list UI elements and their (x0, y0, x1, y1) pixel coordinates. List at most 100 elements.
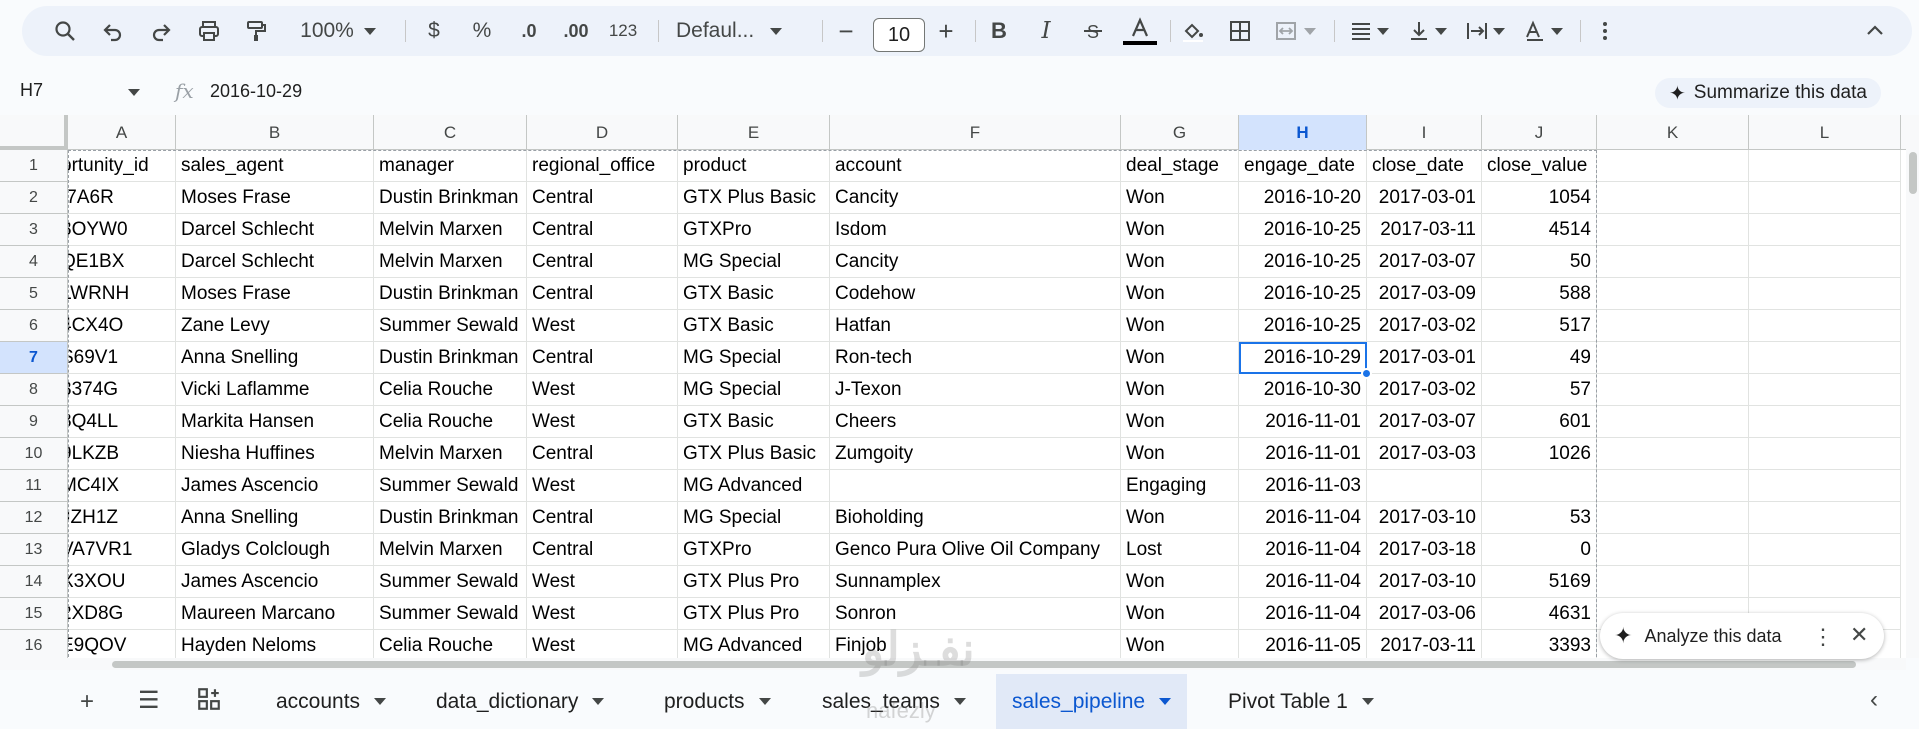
row-header[interactable]: 2 (0, 182, 68, 214)
cell[interactable]: James Ascencio (176, 470, 374, 502)
cell[interactable]: Won (1121, 438, 1239, 470)
cell[interactable]: QE1BX (68, 246, 176, 278)
bold-button[interactable]: B (984, 16, 1014, 46)
cell[interactable]: 2017-03-11 (1367, 214, 1482, 246)
cell[interactable]: 2017-03-02 (1367, 374, 1482, 406)
cell[interactable] (1749, 278, 1901, 310)
cell[interactable]: Cancity (830, 246, 1121, 278)
cell[interactable]: Maureen Marcano (176, 598, 374, 630)
cell[interactable]: MG Advanced (678, 630, 830, 658)
cell[interactable]: regional_office (527, 150, 678, 182)
row-header[interactable]: 8 (0, 374, 68, 406)
cell[interactable]: 2016-10-29 (1239, 342, 1367, 374)
cell[interactable]: Bioholding (830, 502, 1121, 534)
print-icon[interactable] (194, 16, 224, 46)
chevron-left-icon[interactable]: ‹ (1870, 686, 1878, 714)
cell[interactable]: Darcel Schlecht (176, 214, 374, 246)
collapse-toolbar-icon[interactable] (1860, 16, 1890, 46)
cell[interactable]: Summer Sewald (374, 470, 527, 502)
cell[interactable]: GTXPro (678, 214, 830, 246)
font-select[interactable]: Defaul... (668, 16, 808, 46)
row-header[interactable]: 15 (0, 598, 68, 630)
cell[interactable]: 2016-11-01 (1239, 438, 1367, 470)
cell[interactable]: 2017-03-18 (1367, 534, 1482, 566)
cell[interactable]: I7A6R (68, 182, 176, 214)
cell[interactable]: 2016-11-04 (1239, 502, 1367, 534)
text-rotation-icon[interactable] (1518, 16, 1568, 46)
cell[interactable]: 4CX4O (68, 310, 176, 342)
cell[interactable]: Genco Pura Olive Oil Company (830, 534, 1121, 566)
cell[interactable]: 2016-10-25 (1239, 214, 1367, 246)
cell[interactable]: GTX Basic (678, 406, 830, 438)
cell[interactable]: 8Q4LL (68, 406, 176, 438)
cell[interactable]: 1026 (1482, 438, 1597, 470)
cell[interactable]: Central (527, 278, 678, 310)
cell[interactable]: X3XOU (68, 566, 176, 598)
cell[interactable]: Won (1121, 566, 1239, 598)
cell[interactable] (1597, 566, 1749, 598)
cell[interactable]: 2016-10-30 (1239, 374, 1367, 406)
cell[interactable]: Melvin Marxen (374, 214, 527, 246)
cell[interactable] (1597, 406, 1749, 438)
cell[interactable]: Won (1121, 374, 1239, 406)
horizontal-scrollbar[interactable] (0, 658, 1906, 670)
cell[interactable]: LWRNH (68, 278, 176, 310)
chevron-down-icon[interactable] (1361, 698, 1374, 705)
cell[interactable]: Finjob (830, 630, 1121, 658)
summarize-button[interactable]: ✦ Summarize this data (1655, 78, 1881, 108)
cell[interactable]: 588 (1482, 278, 1597, 310)
cell[interactable]: engage_date (1239, 150, 1367, 182)
merge-cells-icon[interactable] (1268, 16, 1322, 46)
cell[interactable] (1597, 278, 1749, 310)
cell[interactable] (1597, 502, 1749, 534)
cell[interactable]: Markita Hansen (176, 406, 374, 438)
cell[interactable]: MC4IX (68, 470, 176, 502)
cell[interactable] (1597, 374, 1749, 406)
cell[interactable]: Won (1121, 246, 1239, 278)
row-header[interactable]: 3 (0, 214, 68, 246)
column-header-g[interactable]: G (1121, 115, 1239, 150)
chevron-down-icon[interactable] (374, 698, 387, 705)
sheet-tab[interactable]: Pivot Table 1 (1212, 674, 1390, 729)
column-header-c[interactable]: C (374, 115, 527, 150)
cell[interactable]: MG Special (678, 374, 830, 406)
more-options-icon[interactable] (1592, 16, 1618, 46)
cell[interactable] (830, 470, 1121, 502)
borders-icon[interactable] (1225, 16, 1255, 46)
cell[interactable]: Won (1121, 406, 1239, 438)
cell[interactable]: 2016-10-25 (1239, 310, 1367, 342)
row-header[interactable]: 1 (0, 150, 68, 182)
cell[interactable] (1597, 214, 1749, 246)
cell[interactable] (1749, 182, 1901, 214)
cell[interactable]: GTX Plus Pro (678, 566, 830, 598)
cell[interactable]: E9QOV (68, 630, 176, 658)
row-header[interactable]: 16 (0, 630, 68, 658)
sheet-tab[interactable]: products (648, 674, 787, 729)
cell[interactable]: GTXPro (678, 534, 830, 566)
column-header-f[interactable]: F (830, 115, 1121, 150)
cell[interactable]: 2016-11-01 (1239, 406, 1367, 438)
cell[interactable] (1749, 502, 1901, 534)
formula-input[interactable]: 2016-10-29 (210, 81, 302, 102)
cell[interactable] (1749, 214, 1901, 246)
cell[interactable]: 3OYW0 (68, 214, 176, 246)
cell[interactable]: Won (1121, 502, 1239, 534)
cell[interactable]: Anna Snelling (176, 502, 374, 534)
cell[interactable]: 2017-03-02 (1367, 310, 1482, 342)
cell[interactable]: GTX Basic (678, 310, 830, 342)
row-header[interactable]: 4 (0, 246, 68, 278)
row-header[interactable]: 5 (0, 278, 68, 310)
cell[interactable]: Niesha Huffines (176, 438, 374, 470)
cell[interactable]: West (527, 406, 678, 438)
cell[interactable]: 2016-11-04 (1239, 598, 1367, 630)
row-header[interactable]: 10 (0, 438, 68, 470)
column-header-e[interactable]: E (678, 115, 830, 150)
cell[interactable]: Anna Snelling (176, 342, 374, 374)
column-header-b[interactable]: B (176, 115, 374, 150)
cell[interactable]: close_date (1367, 150, 1482, 182)
chevron-down-icon[interactable] (953, 698, 966, 705)
cell[interactable]: Central (527, 342, 678, 374)
cell[interactable]: West (527, 598, 678, 630)
column-header-i[interactable]: I (1367, 115, 1482, 150)
cell[interactable]: 2016-10-25 (1239, 278, 1367, 310)
